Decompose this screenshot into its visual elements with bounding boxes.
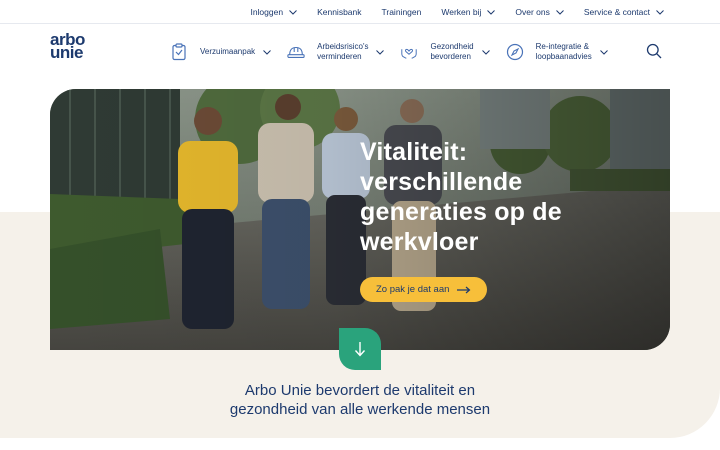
top-nav: Inloggen Kennisbank Trainingen Werken bi… <box>230 0 664 24</box>
nav-verzuimaanpak[interactable]: Verzuimaanpak <box>170 43 272 61</box>
hands-heart-icon <box>400 43 418 61</box>
topnav-label: Werken bij <box>441 7 482 17</box>
chevron-down-icon <box>656 9 664 15</box>
hero-banner: Vitaliteit: verschillende generaties op … <box>50 89 670 350</box>
hero-title-line: generaties op de <box>360 198 562 226</box>
cta-label: Zo pak je dat aan <box>376 284 450 295</box>
topnav-label: Service & contact <box>583 7 650 17</box>
tagline-line: gezondheid van alle werkende mensen <box>229 401 491 418</box>
search-button[interactable] <box>646 43 664 61</box>
nav-arbeidsrisicos[interactable]: Arbeidsrisico's verminderen <box>287 42 385 62</box>
arbo-unie-logo[interactable]: arbo unie <box>50 31 100 62</box>
main-nav: Verzuimaanpak Arbeidsrisico's vermindere… <box>170 24 624 80</box>
topnav-label: Kennisbank <box>317 7 362 17</box>
nav-label: Arbeidsrisico's verminderen <box>317 42 368 62</box>
tagline: Arbo Unie bevordert de vitaliteit en gez… <box>0 381 720 419</box>
top-utility-bar: Inloggen Kennisbank Trainingen Werken bi… <box>0 0 720 24</box>
nav-label-line: Arbeidsrisico's <box>317 42 369 51</box>
nav-label-line: Gezondheid <box>430 42 474 51</box>
nav-label-line: Re-integratie & <box>535 42 589 51</box>
topnav-service-contact[interactable]: Service & contact <box>584 7 664 17</box>
compass-icon <box>506 43 524 61</box>
chevron-down-icon <box>599 49 608 55</box>
chevron-down-icon <box>481 49 490 55</box>
clipboard-icon <box>170 43 188 61</box>
scroll-down-button[interactable] <box>339 328 381 370</box>
nav-label-line: bevorderen <box>430 52 471 61</box>
topnav-label: Trainingen <box>381 7 422 17</box>
nav-label: Gezondheid bevorderen <box>430 42 473 62</box>
chevron-down-icon <box>263 49 272 55</box>
hero-title-line: Vitaliteit: <box>360 138 468 166</box>
topnav-label: Inloggen <box>250 7 284 17</box>
arrow-right-icon <box>457 286 471 293</box>
topnav-trainingen[interactable]: Trainingen <box>382 7 422 17</box>
nav-label: Re-integratie & loopbaanadvies <box>536 42 592 62</box>
hero-title-line: verschillende <box>360 168 523 196</box>
main-header: arbo unie Verzuimaanpak Arbeidsrisico's … <box>0 24 720 80</box>
nav-gezondheid[interactable]: Gezondheid bevorderen <box>400 42 490 62</box>
chevron-down-icon <box>556 9 564 15</box>
hero-title-line: werkvloer <box>360 228 479 256</box>
chevron-down-icon <box>289 9 297 15</box>
nav-label-line: loopbaanadvies <box>535 52 592 61</box>
topnav-kennisbank[interactable]: Kennisbank <box>317 7 361 17</box>
search-icon <box>646 43 662 59</box>
topnav-inloggen[interactable]: Inloggen <box>250 7 297 17</box>
hard-hat-icon <box>287 43 305 61</box>
topnav-werken-bij[interactable]: Werken bij <box>441 7 496 17</box>
logo-line: unie <box>50 43 83 62</box>
tagline-line: Arbo Unie bevordert de vitaliteit en <box>244 382 476 399</box>
nav-label: Verzuimaanpak <box>200 47 255 57</box>
nav-label-line: Verzuimaanpak <box>200 47 256 56</box>
hero-title: Vitaliteit: verschillende generaties op … <box>360 137 650 257</box>
topnav-over-ons[interactable]: Over ons <box>515 7 564 17</box>
nav-label-line: verminderen <box>317 52 362 61</box>
arrow-down-icon <box>354 342 366 357</box>
nav-re-integratie[interactable]: Re-integratie & loopbaanadvies <box>506 42 608 62</box>
chevron-down-icon <box>487 9 496 15</box>
chevron-down-icon <box>376 49 385 55</box>
cta-button[interactable]: Zo pak je dat aan <box>360 277 488 302</box>
topnav-label: Over ons <box>515 7 550 17</box>
